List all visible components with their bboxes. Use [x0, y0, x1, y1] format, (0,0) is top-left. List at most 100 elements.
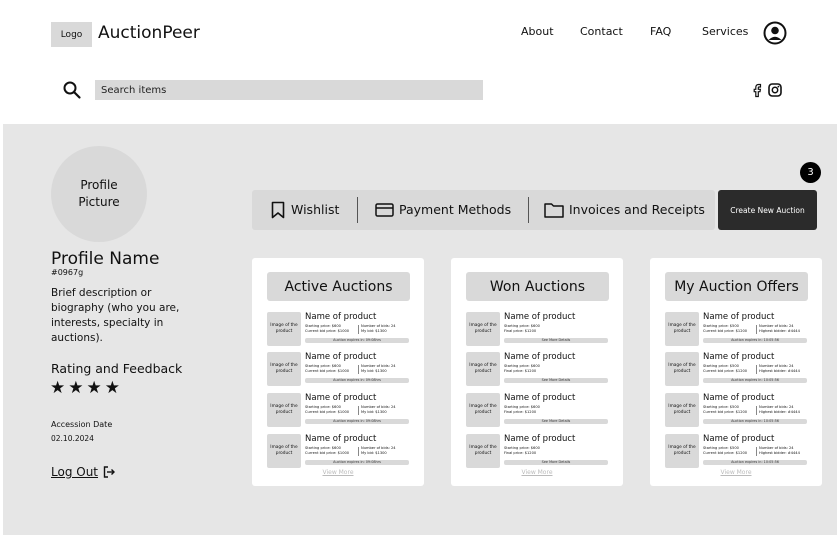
product-image: Image of the product — [665, 393, 699, 427]
product-image: Image of the product — [267, 434, 301, 468]
notification-badge: 3 — [800, 162, 821, 183]
list-item[interactable]: Image of the product Name of product Start… — [466, 352, 611, 387]
accession-label: Accession Date — [51, 420, 113, 429]
logout-link[interactable]: Log Out — [51, 465, 116, 479]
expiry-bar: Auction expires in: 09:08hrs — [305, 338, 409, 343]
view-more-link[interactable]: View More — [451, 469, 623, 476]
product-image: Image of the product — [665, 312, 699, 346]
rating-stars: ★★★★ — [50, 378, 123, 398]
brand-name[interactable]: AuctionPeer — [98, 22, 200, 44]
product-name: Name of product — [703, 352, 775, 362]
see-more-details-button[interactable]: See More Details — [504, 338, 608, 343]
search-icon[interactable] — [62, 80, 82, 100]
product-name: Name of product — [305, 352, 377, 362]
expiry-bar: Auction expires in: 10:05:56 — [703, 378, 807, 383]
product-detail: Current bid price: $1000 — [305, 410, 350, 414]
product-detail: Highest bidder: #4444 — [759, 329, 800, 333]
logout-icon — [103, 466, 116, 478]
product-detail: Current bid price: $1000 — [305, 369, 350, 373]
divider — [358, 447, 359, 456]
facebook-icon[interactable] — [749, 82, 765, 98]
logout-label: Log Out — [51, 465, 99, 479]
tab-invoices-label: Invoices and Receipts — [569, 202, 705, 217]
nav-faq[interactable]: FAQ — [650, 24, 671, 40]
product-image: Image of the product — [466, 434, 500, 468]
tab-divider — [528, 197, 529, 223]
tab-wishlist-label: Wishlist — [291, 202, 340, 217]
list-item[interactable]: Image of the product Name of product Start… — [267, 352, 412, 387]
product-detail: Current bid price: $1200 — [703, 451, 748, 455]
nav-about[interactable]: About — [521, 24, 554, 40]
expiry-bar: Auction expires in: 10:05:56 — [703, 338, 807, 343]
product-name: Name of product — [305, 312, 377, 322]
logo[interactable]: Logo — [51, 22, 92, 47]
product-detail: Final price: $1200 — [504, 329, 537, 333]
rating-title[interactable]: Rating and Feedback — [51, 361, 182, 376]
tab-invoices[interactable]: Invoices and Receipts — [544, 200, 705, 220]
list-item[interactable]: Image of the product Name of product Start… — [665, 312, 810, 347]
product-detail: Current bid price: $1000 — [305, 329, 350, 333]
instagram-icon[interactable] — [767, 82, 783, 98]
product-name: Name of product — [504, 393, 576, 403]
user-circle-icon[interactable] — [763, 21, 787, 45]
product-image: Image of the product — [267, 352, 301, 386]
product-image: Image of the product — [466, 393, 500, 427]
expiry-bar: Auction expires in: 09:08hrs — [305, 419, 409, 424]
accession-date: 02.10.2024 — [51, 434, 94, 443]
list-item[interactable]: Image of the product Name of product Start… — [267, 393, 412, 428]
product-detail: My bid: $1300 — [361, 369, 387, 373]
product-image: Image of the product — [267, 312, 301, 346]
expiry-bar: Auction expires in: 09:08hrs — [305, 460, 409, 465]
product-name: Name of product — [703, 312, 775, 322]
top-bar: Logo AuctionPeer About Contact FAQ Servi… — [0, 0, 837, 124]
product-image: Image of the product — [665, 434, 699, 468]
list-item[interactable]: Image of the product Name of product Start… — [665, 393, 810, 428]
list-item[interactable]: Image of the product Name of product Start… — [267, 312, 412, 347]
bookmark-icon — [271, 201, 285, 219]
profile-picture[interactable]: Profile Picture — [51, 146, 147, 242]
product-detail: Current bid price: $1200 — [703, 329, 748, 333]
list-item[interactable]: Image of the product Name of product Start… — [466, 434, 611, 469]
search-input[interactable] — [95, 80, 483, 100]
product-name: Name of product — [504, 352, 576, 362]
card-title: Active Auctions — [267, 272, 410, 301]
see-more-details-button[interactable]: See More Details — [504, 460, 608, 465]
view-more-link[interactable]: View More — [650, 469, 822, 476]
product-name: Name of product — [305, 393, 377, 403]
product-detail: Current bid price: $1200 — [703, 369, 748, 373]
active-auctions-card: Active Auctions View More Image of the p… — [252, 258, 424, 486]
product-detail: Highest bidder: #4444 — [759, 369, 800, 373]
won-auctions-card: Won Auctions View More Image of the prod… — [451, 258, 623, 486]
tab-wishlist[interactable]: Wishlist — [270, 200, 339, 220]
my-auction-offers-card: My Auction Offers View More Image of the… — [650, 258, 822, 486]
list-item[interactable]: Image of the product Name of product Start… — [466, 312, 611, 347]
nav-services[interactable]: Services — [702, 24, 748, 40]
tab-divider — [357, 197, 358, 223]
nav-contact[interactable]: Contact — [580, 24, 623, 40]
credit-card-icon — [375, 203, 394, 217]
create-new-auction-button[interactable]: Create New Auction — [718, 190, 817, 230]
divider — [756, 365, 757, 374]
view-more-link[interactable]: View More — [252, 469, 424, 476]
product-name: Name of product — [703, 434, 775, 444]
card-title: My Auction Offers — [665, 272, 808, 301]
see-more-details-button[interactable]: See More Details — [504, 419, 608, 424]
product-image: Image of the product — [665, 352, 699, 386]
product-detail: Current bid price: $1200 — [703, 410, 748, 414]
divider — [358, 406, 359, 415]
divider — [756, 325, 757, 334]
product-detail: My bid: $1300 — [361, 329, 387, 333]
list-item[interactable]: Image of the product Name of product Start… — [267, 434, 412, 469]
product-name: Name of product — [504, 312, 576, 322]
product-image: Image of the product — [466, 352, 500, 386]
tab-payment-methods[interactable]: Payment Methods — [375, 200, 511, 220]
list-item[interactable]: Image of the product Name of product Start… — [665, 434, 810, 469]
tab-payment-label: Payment Methods — [399, 202, 512, 217]
card-title: Won Auctions — [466, 272, 609, 301]
folder-icon — [544, 203, 564, 218]
list-item[interactable]: Image of the product Name of product Start… — [466, 393, 611, 428]
list-item[interactable]: Image of the product Name of product Start… — [665, 352, 810, 387]
see-more-details-button[interactable]: See More Details — [504, 378, 608, 383]
profile-tabs: Wishlist Payment Methods Invoices and Re… — [252, 190, 715, 230]
expiry-bar: Auction expires in: 09:08hrs — [305, 378, 409, 383]
